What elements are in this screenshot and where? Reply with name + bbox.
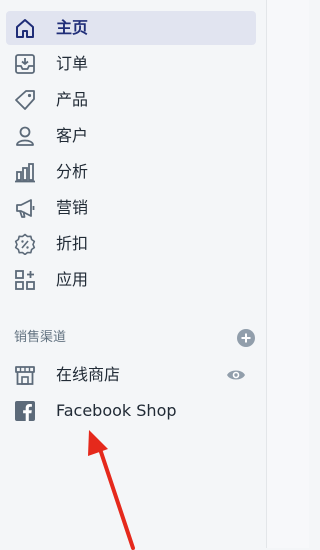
apps-grid-icon (15, 270, 35, 290)
storefront-icon (15, 366, 35, 385)
bar-chart-icon (15, 163, 35, 183)
facebook-icon (15, 401, 35, 421)
main-content-area (267, 0, 309, 548)
nav-label-customers: 客户 (56, 126, 89, 145)
channel-online-store[interactable]: 在线商店 (6, 358, 256, 392)
nav-item-products[interactable]: 产品 (6, 83, 256, 117)
plus-circle-icon[interactable] (236, 328, 256, 348)
orders-inbox-icon (15, 54, 35, 74)
nav-item-customers[interactable]: 客户 (6, 119, 256, 153)
nav-label-products: 产品 (56, 90, 89, 109)
eye-icon[interactable] (226, 366, 246, 384)
sales-channels-title: 销售渠道 (14, 330, 67, 345)
nav-label-analytics: 分析 (56, 162, 89, 181)
person-icon (16, 126, 34, 146)
nav-label-apps: 应用 (56, 270, 89, 289)
nav-label-marketing: 营销 (56, 198, 89, 217)
annotation-arrow (88, 430, 135, 550)
nav-item-marketing[interactable]: 营销 (6, 191, 256, 225)
nav-item-home[interactable]: 主页 (6, 11, 256, 45)
home-icon (16, 19, 34, 38)
megaphone-icon (16, 199, 35, 218)
discount-badge-icon (14, 233, 36, 255)
nav-item-apps[interactable]: 应用 (6, 263, 256, 297)
nav-label-discounts: 折扣 (56, 234, 89, 253)
nav-item-orders[interactable]: 订单 (6, 47, 256, 81)
nav-item-discounts[interactable]: 折扣 (6, 227, 256, 261)
tag-icon (15, 90, 35, 110)
nav-label-orders: 订单 (56, 54, 89, 73)
nav-label-home: 主页 (56, 18, 89, 37)
sales-channels-header: 销售渠道 (14, 326, 255, 350)
channel-label-online-store: 在线商店 (56, 365, 121, 384)
nav-item-analytics[interactable]: 分析 (6, 155, 256, 189)
